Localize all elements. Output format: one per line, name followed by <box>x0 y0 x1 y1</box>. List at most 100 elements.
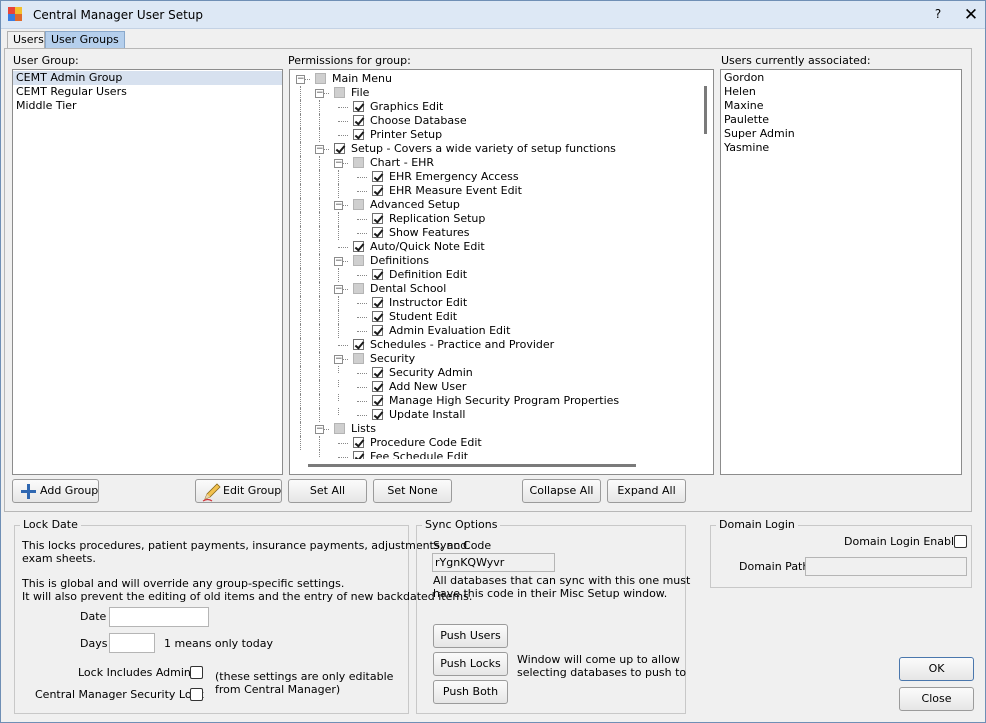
checkbox-checked-icon[interactable] <box>372 409 383 420</box>
user-group-list[interactable]: CEMT Admin Group CEMT Regular Users Middle… <box>12 69 283 475</box>
checkbox-checked-icon[interactable] <box>372 269 383 280</box>
checkbox-indeterminate-icon[interactable] <box>353 353 364 364</box>
checkbox-checked-icon[interactable] <box>372 297 383 308</box>
expand-all-button[interactable]: Expand All <box>607 479 686 503</box>
tree-row[interactable]: − File <box>290 86 700 100</box>
tree-collapse-icon[interactable]: − <box>315 425 324 434</box>
tree-row[interactable]: Student Edit <box>290 310 700 324</box>
tree-vertical-scrollbar[interactable] <box>700 70 713 459</box>
tree-row[interactable]: Show Features <box>290 226 700 240</box>
help-button[interactable]: ? <box>930 6 946 22</box>
ok-button[interactable]: OK <box>899 657 974 681</box>
checkbox-indeterminate-icon[interactable] <box>353 255 364 266</box>
tree-row[interactable]: Add New User <box>290 380 700 394</box>
push-users-button[interactable]: Push Users <box>433 624 508 648</box>
associated-user-item[interactable]: Yasmine <box>721 141 961 155</box>
tree-row[interactable]: Choose Database <box>290 114 700 128</box>
checkbox-checked-icon[interactable] <box>353 115 364 126</box>
tree-collapse-icon[interactable]: − <box>334 355 343 364</box>
checkbox-checked-icon[interactable] <box>334 143 345 154</box>
checkbox-checked-icon[interactable] <box>372 367 383 378</box>
tree-row[interactable]: − Main Menu <box>290 72 700 86</box>
permissions-tree[interactable]: − Main Menu − File Graphics Edit Choose Datab… <box>289 69 714 475</box>
checkbox-indeterminate-icon[interactable] <box>353 283 364 294</box>
checkbox-checked-icon[interactable] <box>353 437 364 448</box>
users-associated-list[interactable]: Gordon Helen Maxine Paulette Super Admin Yasm… <box>720 69 962 475</box>
tree-row[interactable]: − Lists <box>290 422 700 436</box>
checkbox-checked-icon[interactable] <box>372 185 383 196</box>
domain-path-field[interactable] <box>805 557 967 576</box>
cm-security-lock-checkbox[interactable] <box>190 688 203 701</box>
tree-horizontal-scroll-thumb[interactable] <box>308 464 636 467</box>
date-input[interactable] <box>109 607 209 627</box>
tree-collapse-icon[interactable]: − <box>334 285 343 294</box>
tree-row[interactable]: − Setup - Covers a wide variety of setup … <box>290 142 700 156</box>
tree-row[interactable]: Admin Evaluation Edit <box>290 324 700 338</box>
checkbox-checked-icon[interactable] <box>353 339 364 350</box>
checkbox-indeterminate-icon[interactable] <box>334 423 345 434</box>
tree-row[interactable]: − Advanced Setup <box>290 198 700 212</box>
set-all-button[interactable]: Set All <box>288 479 367 503</box>
checkbox-indeterminate-icon[interactable] <box>353 157 364 168</box>
checkbox-checked-icon[interactable] <box>353 129 364 140</box>
tree-row[interactable]: Schedules - Practice and Provider <box>290 338 700 352</box>
tree-row[interactable]: Update Install <box>290 408 700 422</box>
collapse-all-button[interactable]: Collapse All <box>522 479 601 503</box>
tree-row[interactable]: − Security <box>290 352 700 366</box>
tree-collapse-icon[interactable]: − <box>334 159 343 168</box>
associated-user-item[interactable]: Paulette <box>721 113 961 127</box>
tree-row[interactable]: EHR Measure Event Edit <box>290 184 700 198</box>
edit-group-button[interactable]: Edit Group <box>195 479 282 503</box>
checkbox-checked-icon[interactable] <box>372 171 383 182</box>
associated-user-item[interactable]: Super Admin <box>721 127 961 141</box>
tab-users[interactable]: Users <box>7 31 45 48</box>
domain-login-enabled-checkbox[interactable] <box>954 535 967 548</box>
user-group-item[interactable]: CEMT Admin Group <box>13 71 282 85</box>
checkbox-checked-icon[interactable] <box>372 325 383 336</box>
associated-user-item[interactable]: Gordon <box>721 71 961 85</box>
checkbox-indeterminate-icon[interactable] <box>315 73 326 84</box>
tree-row[interactable]: Replication Setup <box>290 212 700 226</box>
user-group-item[interactable]: Middle Tier <box>13 99 282 113</box>
tree-collapse-icon[interactable]: − <box>334 257 343 266</box>
tree-row[interactable]: Procedure Code Edit <box>290 436 700 450</box>
push-locks-button[interactable]: Push Locks <box>433 652 508 676</box>
checkbox-checked-icon[interactable] <box>353 241 364 252</box>
tree-row[interactable]: Instructor Edit <box>290 296 700 310</box>
checkbox-checked-icon[interactable] <box>372 213 383 224</box>
checkbox-checked-icon[interactable] <box>372 395 383 406</box>
tree-row[interactable]: Definition Edit <box>290 268 700 282</box>
tree-collapse-icon[interactable]: − <box>296 75 305 84</box>
tree-collapse-icon[interactable]: − <box>315 145 324 154</box>
tree-row[interactable]: EHR Emergency Access <box>290 170 700 184</box>
tree-row[interactable]: Security Admin <box>290 366 700 380</box>
lock-includes-admins-checkbox[interactable] <box>190 666 203 679</box>
tree-row[interactable]: Graphics Edit <box>290 100 700 114</box>
tree-row[interactable]: − Dental School <box>290 282 700 296</box>
tree-collapse-icon[interactable]: − <box>334 201 343 210</box>
checkbox-checked-icon[interactable] <box>353 451 364 459</box>
add-group-button[interactable]: Add Group <box>12 479 99 503</box>
tree-row[interactable]: Manage High Security Program Properties <box>290 394 700 408</box>
tree-row[interactable]: Fee Schedule Edit <box>290 450 700 459</box>
sync-code-field[interactable]: rYgnKQWyvr <box>432 553 555 572</box>
checkbox-checked-icon[interactable] <box>353 101 364 112</box>
tree-horizontal-scrollbar[interactable] <box>290 459 700 474</box>
tree-row[interactable]: Printer Setup <box>290 128 700 142</box>
close-button[interactable]: Close <box>899 687 974 711</box>
tree-collapse-icon[interactable]: − <box>315 89 324 98</box>
close-window-button[interactable]: ✕ <box>961 5 981 25</box>
checkbox-checked-icon[interactable] <box>372 311 383 322</box>
tree-row[interactable]: − Definitions <box>290 254 700 268</box>
user-group-item[interactable]: CEMT Regular Users <box>13 85 282 99</box>
tab-user-groups[interactable]: User Groups <box>45 31 125 48</box>
push-both-button[interactable]: Push Both <box>433 680 508 704</box>
checkbox-indeterminate-icon[interactable] <box>353 199 364 210</box>
tree-vertical-scroll-thumb[interactable] <box>704 86 707 134</box>
checkbox-indeterminate-icon[interactable] <box>334 87 345 98</box>
associated-user-item[interactable]: Maxine <box>721 99 961 113</box>
set-none-button[interactable]: Set None <box>373 479 452 503</box>
days-input[interactable] <box>109 633 155 653</box>
tree-row[interactable]: − Chart - EHR <box>290 156 700 170</box>
checkbox-checked-icon[interactable] <box>372 227 383 238</box>
